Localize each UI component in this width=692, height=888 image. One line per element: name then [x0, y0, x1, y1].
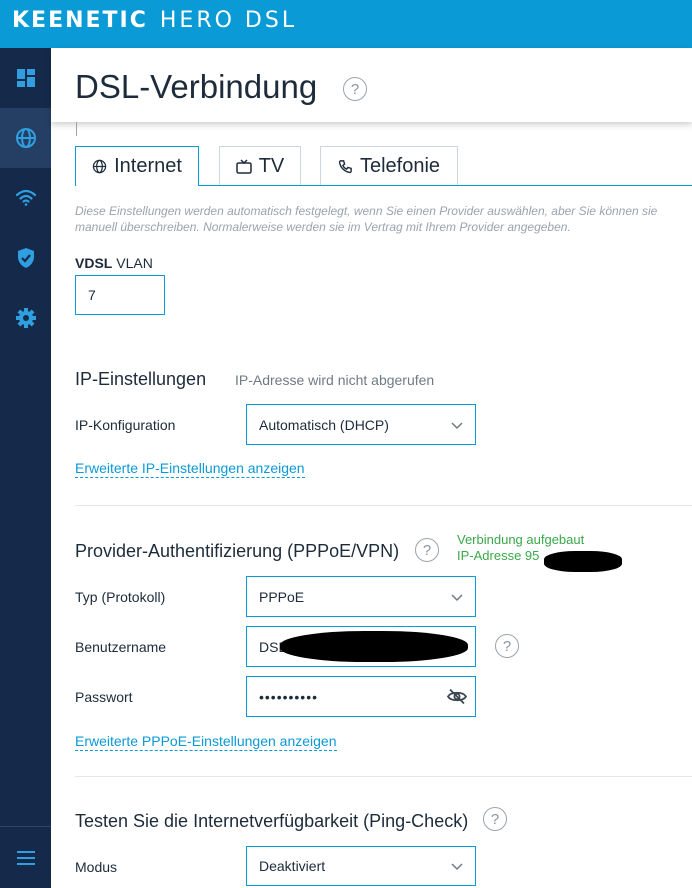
tab-tv[interactable]: TV	[219, 146, 301, 185]
ip-config-select[interactable]: Automatisch (DHCP)	[246, 404, 476, 445]
password-value: ••••••••••	[259, 688, 319, 705]
vlan-label-rest: VLAN	[116, 255, 153, 271]
password-input[interactable]: ••••••••••	[246, 676, 476, 717]
ping-check-help-icon[interactable]: ?	[483, 807, 507, 831]
ping-check-title: Testen Sie die Internetverfügbarkeit (Pi…	[75, 811, 469, 831]
ip-config-label: IP-Konfiguration	[75, 417, 176, 433]
tab-internet[interactable]: Internet	[75, 146, 199, 186]
protocol-type-value: PPPoE	[259, 588, 305, 605]
phone-icon	[338, 159, 352, 173]
section-divider	[75, 776, 692, 777]
pppoe-status-connected: Verbindung aufgebaut	[457, 532, 585, 547]
page-header: DSL-Verbindung ?	[51, 48, 692, 122]
menu-toggle-button[interactable]	[0, 826, 51, 888]
ip-settings-title: IP-Einstellungen	[75, 369, 207, 389]
hamburger-menu-icon	[16, 850, 35, 865]
shield-check-icon	[17, 248, 34, 268]
gear-icon	[15, 308, 36, 328]
eye-off-icon[interactable]	[447, 688, 467, 705]
tv-icon	[235, 158, 252, 174]
protocol-type-label: Typ (Protokoll)	[75, 589, 166, 605]
ip-advanced-link[interactable]: Erweiterte IP-Einstellungen anzeigen	[75, 460, 305, 478]
tab-telefonie[interactable]: Telefonie	[320, 146, 458, 185]
pppoe-help-icon[interactable]: ?	[415, 538, 439, 562]
section-divider	[75, 505, 692, 506]
sidebar-item-wifi[interactable]	[0, 168, 51, 228]
mode-value: Deaktiviert	[259, 858, 326, 874]
help-icon[interactable]: ?	[343, 77, 367, 101]
brand-name: KEENETIC	[12, 8, 148, 33]
chevron-down-icon	[451, 421, 463, 429]
redaction-mark	[280, 631, 468, 662]
vlan-label-bold: VDSL	[75, 255, 113, 271]
ip-config-value: Automatisch (DHCP)	[259, 416, 389, 433]
mode-label: Modus	[75, 859, 118, 875]
chevron-down-icon	[451, 863, 463, 871]
page-title: DSL-Verbindung	[75, 68, 318, 105]
tab-tv-label: TV	[258, 154, 285, 177]
top-bar: KEENETIC HERO DSL	[0, 0, 692, 48]
wifi-icon	[15, 189, 36, 206]
brand-logo[interactable]: KEENETIC HERO DSL	[12, 8, 297, 33]
pppoe-title: Provider-Authentifizierung (PPPoE/VPN)	[75, 541, 400, 561]
mode-select[interactable]: Deaktiviert	[246, 846, 476, 886]
vlan-label: VDSL VLAN	[75, 255, 153, 271]
tab-telefonie-label: Telefonie	[359, 154, 441, 177]
info-note: Diese Einstellungen werden automatisch f…	[75, 204, 658, 234]
redaction-mark	[544, 551, 622, 572]
sidebar-item-dashboard[interactable]	[0, 48, 51, 108]
vlan-input[interactable]: 7	[75, 275, 165, 315]
sidebar-item-security[interactable]	[0, 228, 51, 288]
sidebar-item-settings[interactable]	[0, 288, 51, 348]
ip-status-text: IP-Adresse wird nicht abgerufen	[235, 372, 435, 388]
chevron-down-icon	[451, 593, 463, 601]
username-label: Benutzername	[75, 639, 167, 655]
pppoe-advanced-link[interactable]: Erweiterte PPPoE-Einstellungen anzeigen	[75, 733, 337, 751]
tab-internet-label: Internet	[114, 155, 182, 177]
brand-model: HERO DSL	[159, 8, 298, 33]
password-label: Passwort	[75, 689, 133, 705]
protocol-type-select[interactable]: PPPoE	[246, 576, 476, 617]
globe-icon	[15, 128, 36, 148]
globe-icon	[92, 159, 107, 174]
sidebar-item-internet[interactable]	[0, 108, 51, 168]
dashboard-icon	[16, 69, 35, 87]
username-help-icon[interactable]: ?	[495, 634, 519, 658]
scroll-indicator	[76, 122, 77, 136]
sidebar	[0, 48, 51, 888]
